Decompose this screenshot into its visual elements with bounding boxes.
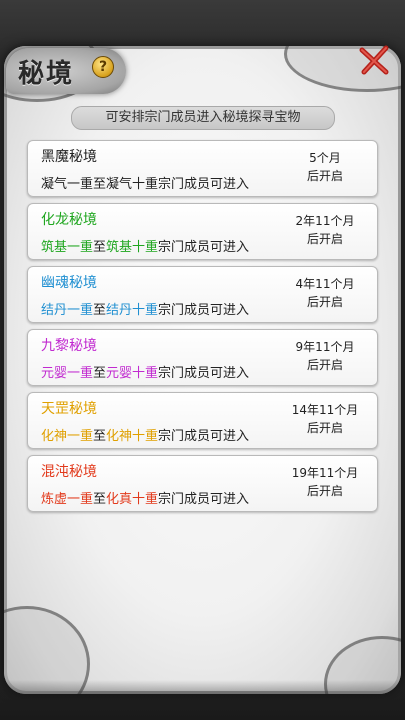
time-remaining: 9年11个月 [295,340,355,354]
requirement-to: 筑基十重 [106,240,159,255]
requirement-from: 凝气一重 [41,177,94,192]
requirement-from: 结丹一重 [41,303,94,318]
realm-requirement: 凝气一重至凝气十重宗门成员可进入 [41,173,249,192]
requirement-from: 炼虚一重 [41,492,94,507]
close-icon [359,45,389,75]
requirement-to: 结丹十重 [106,303,159,318]
requirement-from: 化神一重 [41,429,94,444]
realm-card[interactable]: 天罡秘境化神一重至化神十重宗门成员可进入 14年11个月 后开启 [27,392,378,449]
bottom-mist [0,680,405,720]
requirement-connector: 至 [93,492,107,507]
time-label: 后开启 [306,421,343,435]
realm-open-time: 9年11个月 后开启 [283,338,367,374]
realm-open-time: 2年11个月 后开启 [283,212,367,248]
realm-requirement: 化神一重至化神十重宗门成员可进入 [41,425,249,444]
realm-open-time: 19年11个月 后开启 [283,464,367,500]
time-remaining: 19年11个月 [291,466,359,480]
realm-requirement: 筑基一重至筑基十重宗门成员可进入 [41,236,249,255]
realm-name: 幽魂秘境 [41,275,97,291]
page-title: 秘境 [18,59,75,89]
requirement-suffix: 宗门成员可进入 [158,492,250,507]
requirement-to: 化神十重 [106,429,159,444]
help-icon[interactable]: ? [92,56,114,78]
requirement-suffix: 宗门成员可进入 [158,303,250,318]
time-label: 后开启 [306,358,343,372]
time-remaining: 5个月 [309,151,341,165]
time-label: 后开启 [306,484,343,498]
realm-name: 天罡秘境 [41,401,97,417]
time-label: 后开启 [306,295,343,309]
realm-requirement: 结丹一重至结丹十重宗门成员可进入 [41,299,249,318]
realm-name: 九黎秘境 [41,338,97,354]
requirement-connector: 至 [93,177,107,192]
realm-open-time: 4年11个月 后开启 [283,275,367,311]
requirement-connector: 至 [93,429,107,444]
realm-open-time: 5个月后开启 [283,149,367,185]
realm-card[interactable]: 化龙秘境筑基一重至筑基十重宗门成员可进入 2年11个月 后开启 [27,203,378,260]
requirement-suffix: 宗门成员可进入 [158,177,250,192]
subtitle: 可安排宗门成员进入秘境探寻宝物 [71,106,335,130]
realm-card[interactable]: 混沌秘境炼虚一重至化真十重宗门成员可进入 19年11个月 后开启 [27,455,378,512]
realm-name: 化龙秘境 [41,212,97,228]
time-label: 后开启 [306,232,343,246]
time-label: 后开启 [306,169,343,183]
requirement-to: 元婴十重 [106,366,159,381]
realm-card[interactable]: 幽魂秘境结丹一重至结丹十重宗门成员可进入 4年11个月 后开启 [27,266,378,323]
close-button[interactable] [356,42,392,78]
requirement-connector: 至 [93,366,107,381]
requirement-suffix: 宗门成员可进入 [158,366,250,381]
time-remaining: 2年11个月 [295,214,355,228]
realm-name: 黑魔秘境 [41,149,97,165]
realm-requirement: 炼虚一重至化真十重宗门成员可进入 [41,488,249,507]
realm-requirement: 元婴一重至元婴十重宗门成员可进入 [41,362,249,381]
requirement-suffix: 宗门成员可进入 [158,429,250,444]
requirement-to: 凝气十重 [106,177,159,192]
realm-open-time: 14年11个月 后开启 [283,401,367,437]
requirement-from: 筑基一重 [41,240,94,255]
requirement-to: 化真十重 [106,492,159,507]
requirement-suffix: 宗门成员可进入 [158,240,250,255]
realm-card[interactable]: 黑魔秘境凝气一重至凝气十重宗门成员可进入 5个月后开启 [27,140,378,197]
requirement-connector: 至 [93,303,107,318]
realm-card[interactable]: 九黎秘境元婴一重至元婴十重宗门成员可进入 9年11个月 后开启 [27,329,378,386]
time-remaining: 4年11个月 [295,277,355,291]
realm-name: 混沌秘境 [41,464,97,480]
panel-title: 秘境 ? [0,40,150,100]
time-remaining: 14年11个月 [291,403,359,417]
requirement-connector: 至 [93,240,107,255]
requirement-from: 元婴一重 [41,366,94,381]
